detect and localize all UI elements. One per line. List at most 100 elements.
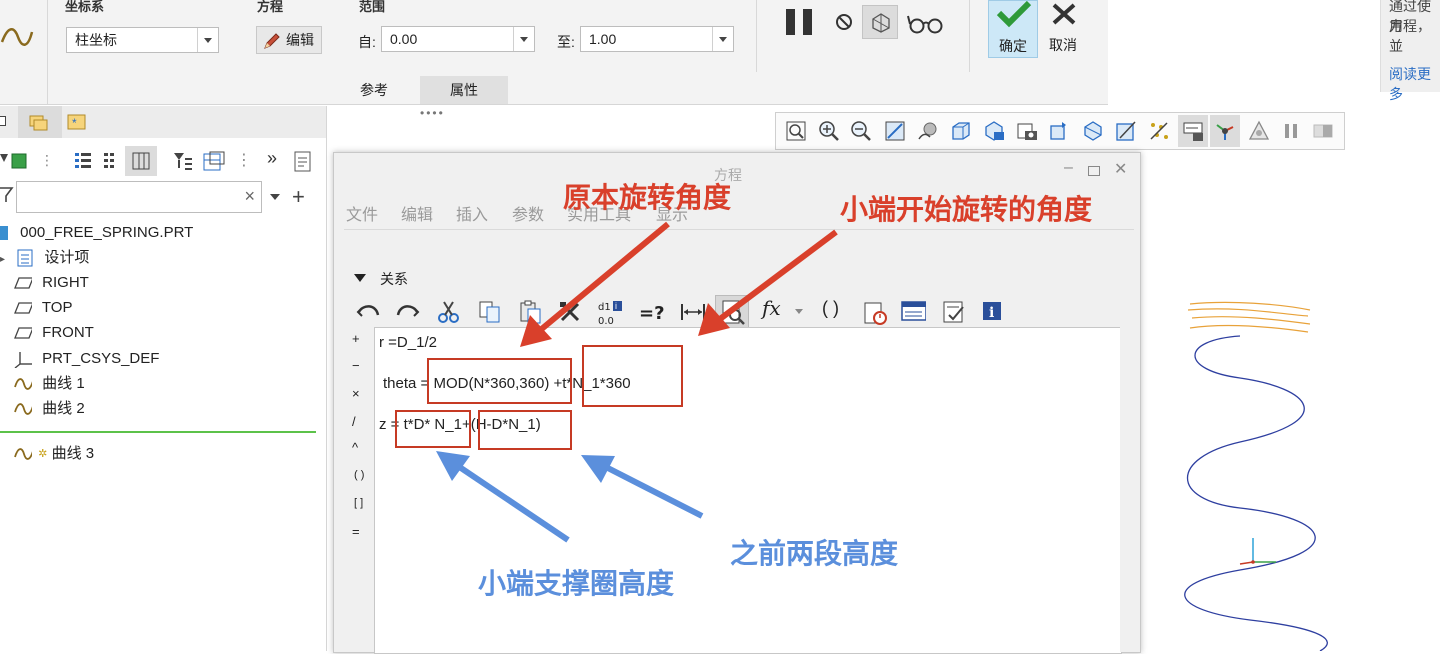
pause-render-icon[interactable] bbox=[1279, 119, 1303, 143]
menu-insert[interactable]: 插入 bbox=[456, 201, 488, 225]
menu-divider bbox=[344, 229, 1134, 230]
preview-geometry-button[interactable] bbox=[862, 5, 898, 39]
verify-relations-button[interactable] bbox=[715, 295, 749, 329]
curve-type-icon[interactable] bbox=[0, 24, 34, 50]
unit-sensitive-icon[interactable] bbox=[862, 299, 888, 325]
paste-icon[interactable] bbox=[517, 299, 543, 325]
close-dialog-button[interactable]: ✕ bbox=[1114, 159, 1127, 179]
redo-icon[interactable] bbox=[394, 299, 420, 325]
saved-views-icon[interactable] bbox=[982, 119, 1006, 143]
operator-plus-button[interactable]: + bbox=[352, 331, 360, 346]
insert-indicator-line[interactable] bbox=[0, 431, 316, 433]
tree-item-design-items[interactable]: ▸ 设计项 bbox=[0, 246, 89, 270]
zoom-in-icon[interactable] bbox=[817, 119, 841, 143]
chevron-down-icon[interactable] bbox=[513, 27, 534, 51]
sketch-view-icon[interactable] bbox=[1114, 119, 1138, 143]
tree-item-curve-1[interactable]: 曲线 1 bbox=[14, 372, 85, 396]
operator-minus-button[interactable]: − bbox=[352, 358, 360, 373]
favorites-icon[interactable]: * bbox=[66, 112, 88, 132]
add-filter-button[interactable]: + bbox=[292, 184, 305, 210]
tree-settings-icon[interactable] bbox=[202, 150, 226, 172]
cut-icon[interactable] bbox=[436, 299, 462, 325]
zoom-out-icon[interactable] bbox=[849, 119, 873, 143]
datum-display-filters-icon[interactable] bbox=[1147, 119, 1171, 143]
operator-multiply-button[interactable]: × bbox=[352, 386, 360, 401]
operator-brackets-button[interactable]: [ ] bbox=[354, 497, 363, 509]
info-icon[interactable]: i bbox=[980, 299, 1006, 325]
repaint-icon[interactable] bbox=[883, 119, 907, 143]
minimize-button[interactable]: – bbox=[1064, 159, 1073, 177]
folder-tab[interactable] bbox=[18, 106, 62, 138]
ok-button[interactable]: 确定 bbox=[988, 0, 1038, 58]
drag-handle[interactable]: •••• bbox=[420, 106, 445, 120]
delete-icon[interactable] bbox=[557, 299, 583, 325]
edit-equation-button[interactable]: 编辑 bbox=[256, 26, 322, 54]
tab-properties[interactable]: 属性 bbox=[420, 76, 508, 104]
filter-funnel-icon[interactable] bbox=[0, 186, 14, 204]
no-preview-icon[interactable] bbox=[834, 12, 854, 32]
spin-center-icon[interactable] bbox=[916, 119, 940, 143]
chevron-down-icon[interactable] bbox=[197, 28, 218, 52]
copy-icon[interactable] bbox=[477, 299, 503, 325]
spring-curve-graphic[interactable] bbox=[1140, 290, 1440, 651]
glasses-icon[interactable] bbox=[907, 12, 945, 36]
view-manager-icon[interactable] bbox=[1015, 119, 1039, 143]
operator-power-button[interactable]: ^ bbox=[352, 440, 358, 455]
clear-search-icon[interactable]: × bbox=[244, 186, 255, 207]
cancel-button[interactable]: 取消 bbox=[1040, 0, 1088, 58]
editor-scrollbar[interactable] bbox=[1120, 327, 1140, 652]
appearance-gallery-icon[interactable] bbox=[1247, 119, 1271, 143]
undo-icon[interactable] bbox=[356, 299, 382, 325]
to-label: 至: bbox=[557, 34, 575, 50]
expand-arrow-icon[interactable]: ▸ bbox=[0, 248, 12, 272]
refit-icon[interactable] bbox=[784, 119, 808, 143]
list-view-icon[interactable] bbox=[72, 150, 94, 172]
operator-divide-button[interactable]: / bbox=[352, 414, 356, 429]
display-style-shaded-icon[interactable] bbox=[949, 119, 973, 143]
menu-file[interactable]: 文件 bbox=[346, 201, 378, 225]
spin-center-display-button[interactable] bbox=[1210, 115, 1240, 147]
switch-dimensions-icon[interactable]: d1 i0.0 bbox=[597, 299, 623, 325]
function-insert-button[interactable]: fx bbox=[762, 296, 781, 320]
tree-item-curve-2[interactable]: 曲线 2 bbox=[14, 397, 85, 421]
tree-item-right-plane[interactable]: RIGHT bbox=[14, 271, 89, 295]
evaluate-icon[interactable]: =? bbox=[638, 299, 664, 325]
execute-regenerate-icon[interactable] bbox=[941, 299, 967, 325]
tree-item-part[interactable]: 000_FREE_SPRING.PRT bbox=[0, 221, 193, 245]
tree-item-csys[interactable]: PRT_CSYS_DEF bbox=[14, 347, 159, 371]
local-parameters-icon[interactable] bbox=[900, 299, 926, 325]
section-view-icon[interactable] bbox=[1081, 119, 1105, 143]
tree-filter-icon[interactable] bbox=[172, 150, 194, 172]
relation-line-1[interactable]: r =D_1/2 bbox=[379, 334, 437, 351]
show-tree-button[interactable] bbox=[125, 146, 157, 176]
to-value-field[interactable]: 1.00 bbox=[580, 26, 734, 52]
tab-references[interactable]: 参考 bbox=[330, 76, 418, 104]
display-style-icon[interactable] bbox=[0, 150, 30, 172]
collapse-tree-icon[interactable] bbox=[102, 150, 118, 172]
menu-edit[interactable]: 编辑 bbox=[401, 201, 433, 225]
insert-brackets-button[interactable]: ( ) bbox=[822, 298, 839, 319]
perspective-view-icon[interactable] bbox=[1048, 119, 1072, 143]
model-tree-tab-icon[interactable] bbox=[0, 116, 6, 126]
chevron-down-icon[interactable] bbox=[795, 309, 803, 314]
notes-icon[interactable] bbox=[292, 150, 314, 174]
operator-parentheses-button[interactable]: ( ) bbox=[354, 469, 364, 481]
annotation-display-button[interactable] bbox=[1178, 115, 1208, 147]
read-more-link[interactable]: 阅读更多 bbox=[1389, 64, 1440, 104]
collapse-section-icon[interactable] bbox=[354, 274, 366, 282]
maximize-button[interactable] bbox=[1088, 166, 1100, 176]
chevron-down-icon[interactable] bbox=[712, 27, 733, 51]
tree-item-top-plane[interactable]: TOP bbox=[14, 296, 72, 320]
from-value-field[interactable]: 0.00 bbox=[381, 26, 535, 52]
sort-relations-icon[interactable] bbox=[679, 299, 705, 325]
menu-parameters[interactable]: 参数 bbox=[512, 201, 544, 225]
operator-equals-button[interactable]: = bbox=[352, 524, 360, 539]
coordinate-type-select[interactable]: 柱坐标 bbox=[66, 27, 219, 53]
tree-item-front-plane[interactable]: FRONT bbox=[14, 321, 94, 345]
chevron-down-icon[interactable] bbox=[270, 194, 280, 200]
tree-item-curve-3[interactable]: ✲ 曲线 3 bbox=[14, 442, 94, 466]
more-tools-button[interactable]: » bbox=[267, 148, 277, 169]
realtime-render-icon[interactable] bbox=[1311, 119, 1335, 143]
pause-icon[interactable] bbox=[784, 7, 816, 37]
tree-search-input[interactable]: × bbox=[16, 181, 262, 213]
